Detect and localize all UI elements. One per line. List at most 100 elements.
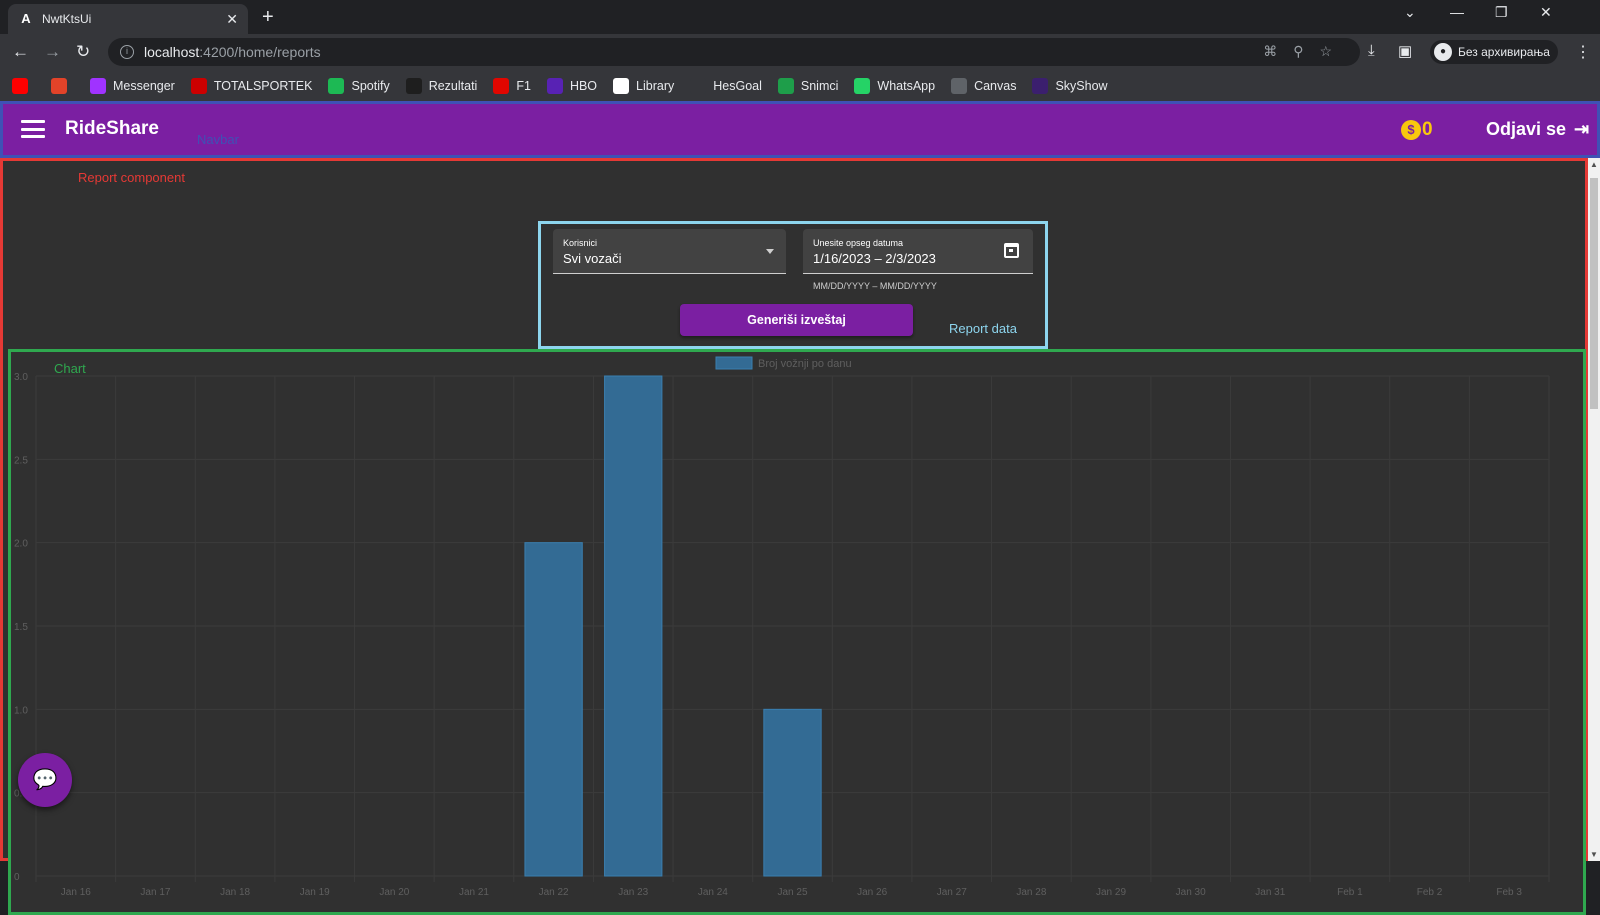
bookmark-label: SkyShow bbox=[1055, 78, 1108, 93]
site-info-icon[interactable]: i bbox=[120, 45, 134, 59]
rezultati-icon bbox=[405, 77, 422, 94]
report-component-label: Report component bbox=[78, 170, 185, 185]
profile-button[interactable]: ● Без архивирања bbox=[1430, 40, 1558, 64]
totalsportek-icon bbox=[190, 77, 207, 94]
x-tick-label: Jan 25 bbox=[777, 887, 807, 898]
app-root: RideShare Navbar $ 0 Odjavi se ⇥ Report … bbox=[0, 101, 1600, 915]
x-tick-label: Feb 1 bbox=[1337, 887, 1363, 898]
x-tick-label: Jan 27 bbox=[937, 887, 967, 898]
bookmark-hbo[interactable]: HBO bbox=[546, 77, 598, 94]
y-tick-label: 0 bbox=[14, 872, 20, 883]
bookmark-label: TOTALSPORTEK bbox=[213, 78, 313, 93]
messenger-icon bbox=[90, 77, 106, 94]
scroll-up-icon[interactable]: ▲ bbox=[1590, 160, 1598, 169]
x-tick-label: Jan 30 bbox=[1176, 887, 1206, 898]
bookmark-spotify[interactable]: Spotify bbox=[328, 77, 390, 94]
tab-search-icon[interactable]: ⌄ bbox=[1404, 4, 1416, 21]
url-bar[interactable]: i localhost:4200/home/reports ⌘⚲☆ bbox=[108, 38, 1360, 66]
users-select[interactable]: Korisnici Svi vozači bbox=[553, 229, 786, 274]
spotify-icon bbox=[328, 77, 345, 94]
bookmark-f1[interactable]: F1 bbox=[493, 77, 531, 94]
bookmark-label: Canvas bbox=[974, 78, 1017, 93]
browser-tab-strip: A NwtKtsUi ✕ + ⌄ — ❐ ✕ bbox=[0, 0, 1600, 34]
bookmark-whatsapp[interactable]: WhatsApp bbox=[854, 77, 936, 94]
x-tick-label: Jan 28 bbox=[1016, 887, 1046, 898]
minimize-icon[interactable]: — bbox=[1450, 4, 1464, 20]
bookmark-skyshow[interactable]: SkyShow bbox=[1032, 77, 1108, 94]
bookmark-label: Snimci bbox=[800, 78, 839, 93]
y-tick-label: 3.0 bbox=[14, 372, 28, 383]
page-scrollbar[interactable]: ▲ ▼ bbox=[1588, 158, 1600, 861]
tab-title: NwtKtsUi bbox=[42, 12, 92, 26]
bookmark-messenger[interactable]: Messenger bbox=[90, 77, 175, 94]
coin-icon: $ bbox=[1401, 120, 1421, 140]
x-tick-label: Jan 29 bbox=[1096, 887, 1126, 898]
youtube-icon bbox=[12, 77, 28, 94]
bookmark-canvas[interactable]: Canvas bbox=[951, 77, 1017, 94]
gitlab-icon bbox=[51, 77, 67, 94]
y-tick-label: 1.5 bbox=[14, 622, 28, 633]
side-panel-icon[interactable]: ▣ bbox=[1398, 42, 1412, 60]
navbar-debug-label: Navbar bbox=[197, 132, 239, 147]
chat-icon: 💬 bbox=[32, 769, 58, 791]
url-path: :4200/home/reports bbox=[199, 44, 321, 60]
bar-jan-23 bbox=[604, 375, 663, 877]
x-tick-label: Jan 19 bbox=[300, 887, 330, 898]
x-tick-label: Jan 23 bbox=[618, 887, 648, 898]
bookmark-label: Rezultati bbox=[428, 78, 478, 93]
browser-tab[interactable]: A NwtKtsUi ✕ bbox=[8, 4, 248, 34]
x-tick-label: Feb 3 bbox=[1496, 887, 1522, 898]
report-data-label: Report data bbox=[949, 321, 1017, 336]
whatsapp-icon bbox=[854, 77, 871, 94]
x-tick-label: Jan 16 bbox=[61, 887, 91, 898]
bookmarks-bar: Messenger TOTALSPORTEK Spotify Rezultati F1 H… bbox=[0, 70, 1600, 101]
x-tick-label: Jan 26 bbox=[857, 887, 887, 898]
bookmark-gitlab[interactable] bbox=[51, 77, 74, 94]
bookmark-youtube[interactable] bbox=[12, 77, 35, 94]
download-icon[interactable]: ⤓ bbox=[1368, 42, 1375, 59]
bookmark-snimci[interactable]: Snimci bbox=[777, 77, 839, 94]
back-icon[interactable]: ← bbox=[12, 42, 29, 62]
bookmark-label: Messenger bbox=[113, 78, 175, 93]
reload-icon[interactable]: ↻ bbox=[76, 42, 90, 62]
y-tick-label: 2.5 bbox=[14, 455, 28, 466]
calendar-icon[interactable] bbox=[1004, 243, 1019, 258]
forward-icon[interactable]: → bbox=[44, 42, 61, 62]
close-window-icon[interactable]: ✕ bbox=[1540, 4, 1552, 21]
brand-title[interactable]: RideShare bbox=[65, 118, 159, 140]
scrollbar-thumb[interactable] bbox=[1590, 178, 1598, 409]
hesgoal-icon bbox=[690, 77, 707, 94]
x-tick-label: Feb 2 bbox=[1417, 887, 1443, 898]
date-range-field[interactable]: Unesite opseg datuma 1/16/2023 – 2/3/202… bbox=[803, 229, 1033, 274]
legend-swatch bbox=[715, 356, 753, 370]
x-tick-label: Jan 20 bbox=[379, 887, 409, 898]
bookmark-totalsportek[interactable]: TOTALSPORTEK bbox=[190, 77, 313, 94]
generate-report-button[interactable]: Generiši izveštaj bbox=[680, 304, 913, 336]
bookmark-label: F1 bbox=[516, 78, 531, 93]
report-component: Report component Korisnici Svi vozači Un… bbox=[0, 158, 1588, 915]
y-tick-label: 2.0 bbox=[14, 539, 28, 550]
date-range-hint: MM/DD/YYYY – MM/DD/YYYY bbox=[813, 281, 937, 291]
bookmark-label: HBO bbox=[569, 78, 598, 93]
users-select-label: Korisnici bbox=[563, 238, 598, 248]
coin-value: 0 bbox=[1422, 119, 1433, 140]
bookmark-hesgoal[interactable]: HesGoal bbox=[690, 77, 762, 94]
restore-icon[interactable]: ❐ bbox=[1495, 4, 1508, 21]
bookmark-library[interactable]: Library bbox=[613, 77, 674, 94]
browser-menu-icon[interactable]: ⋮ bbox=[1575, 42, 1591, 62]
logout-icon: ⇥ bbox=[1574, 119, 1590, 139]
close-tab-icon[interactable]: ✕ bbox=[226, 11, 238, 28]
report-data-panel: Korisnici Svi vozači Unesite opseg datum… bbox=[538, 221, 1048, 349]
y-tick-label: 1.0 bbox=[14, 705, 28, 716]
bookmark-rezultati[interactable]: Rezultati bbox=[405, 77, 478, 94]
chat-fab[interactable]: 💬 bbox=[18, 753, 72, 807]
users-select-value: Svi vozači bbox=[563, 251, 622, 266]
new-tab-icon[interactable]: + bbox=[262, 6, 274, 29]
scroll-down-icon[interactable]: ▼ bbox=[1590, 850, 1598, 859]
omnibox-actions[interactable]: ⌘⚲☆ bbox=[1263, 43, 1348, 60]
bookmark-label: WhatsApp bbox=[877, 78, 936, 93]
menu-icon[interactable] bbox=[21, 120, 45, 138]
x-tick-label: Jan 18 bbox=[220, 887, 250, 898]
incognito-avatar-icon: ● bbox=[1434, 43, 1452, 61]
logout-button[interactable]: Odjavi se ⇥ bbox=[1486, 119, 1589, 140]
